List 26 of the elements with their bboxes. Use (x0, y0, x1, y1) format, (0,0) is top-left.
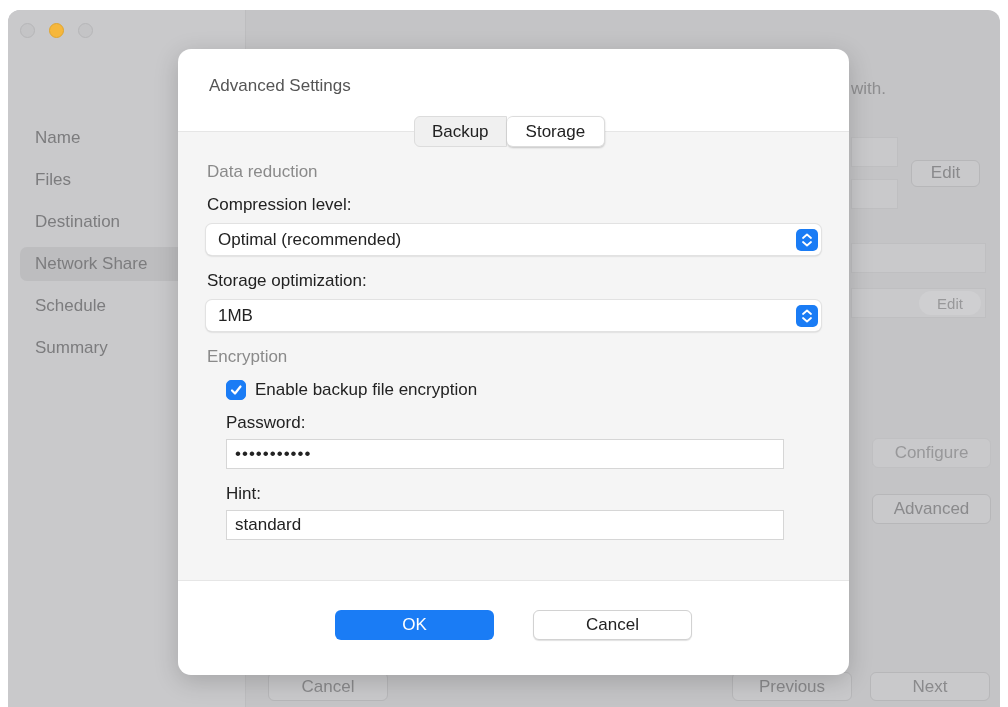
password-field[interactable]: ••••••••••• (226, 439, 784, 469)
field-label: Password: (226, 413, 307, 433)
ok-button[interactable]: OK (335, 610, 494, 640)
tab[interactable]: Storage (506, 116, 606, 147)
input-field[interactable] (851, 137, 898, 167)
section-heading: Encryption (207, 347, 289, 367)
cancel-button[interactable]: Cancel (533, 610, 692, 640)
hint-field[interactable]: standard (226, 510, 784, 540)
stepper-icon (796, 228, 818, 251)
next-button[interactable]: Next (870, 672, 990, 701)
checkmark-icon (229, 383, 243, 397)
input-field[interactable] (851, 243, 986, 273)
tab[interactable]: Backup (413, 116, 507, 147)
storage-dropdown[interactable]: 1MB (206, 300, 821, 331)
edit-button[interactable]: Edit (911, 159, 980, 187)
checkbox[interactable] (226, 380, 246, 400)
checkbox-label: Enable backup file encryption (255, 380, 478, 400)
section-heading: Data reduction (207, 162, 319, 182)
minimize-icon[interactable] (49, 23, 64, 38)
field-label: Compression level: (207, 195, 353, 215)
field-label: Hint: (226, 484, 262, 504)
input-field[interactable] (851, 179, 898, 209)
advanced-button[interactable]: Advanced (872, 494, 991, 524)
stepper-icon (796, 304, 818, 327)
dialog-title: Advanced Settings (209, 76, 352, 96)
compression-dropdown[interactable]: Optimal (recommended) (206, 224, 821, 255)
